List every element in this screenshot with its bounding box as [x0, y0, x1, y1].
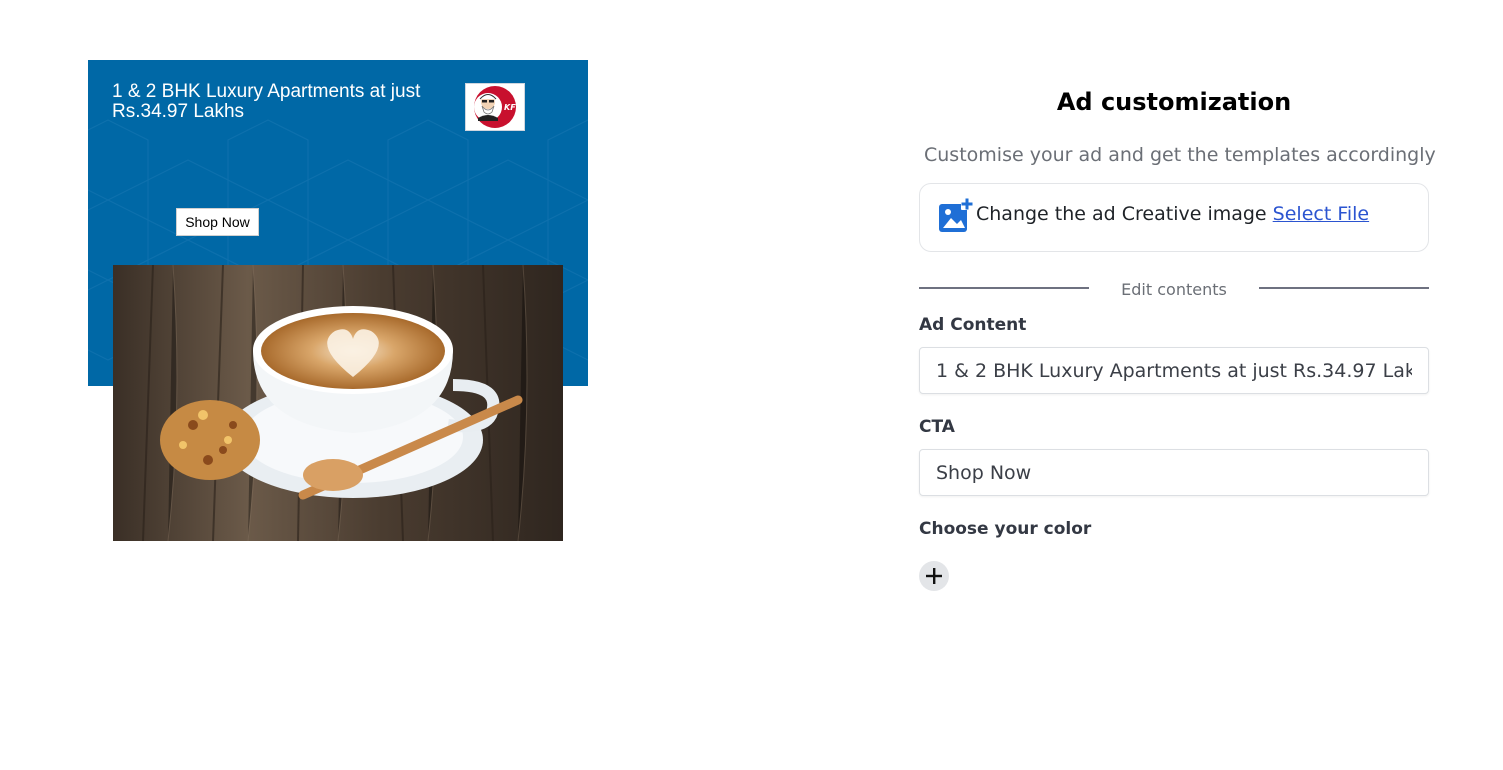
add-image-icon [939, 198, 973, 232]
cta-input[interactable] [919, 449, 1429, 496]
divider-right [1259, 287, 1429, 289]
color-label: Choose your color [919, 519, 1092, 539]
divider-left [919, 287, 1089, 289]
select-file-link[interactable]: Select File [1273, 203, 1369, 225]
section-divider-label: Edit contents [1121, 280, 1227, 299]
ad-creative-image [113, 265, 563, 541]
page-title: Ad customization [1056, 88, 1292, 116]
ad-headline: 1 & 2 BHK Luxury Apartments at just Rs.3… [112, 81, 421, 122]
add-color-button[interactable] [919, 561, 949, 591]
upload-label: Change the ad Creative image [976, 203, 1273, 225]
ad-content-label: Ad Content [919, 315, 1027, 335]
ad-content-input[interactable] [919, 347, 1429, 394]
ad-cta-button[interactable]: Shop Now [176, 208, 259, 236]
plus-icon [926, 568, 942, 584]
kfc-logo-icon: KF [465, 83, 525, 131]
upload-text-row: Change the ad Creative image Select File [976, 203, 1369, 225]
cta-label: CTA [919, 417, 955, 437]
page-subtitle: Customise your ad and get the templates … [924, 144, 1436, 166]
image-upload-box[interactable]: Change the ad Creative image Select File [919, 183, 1429, 252]
svg-text:KF: KF [504, 103, 516, 112]
